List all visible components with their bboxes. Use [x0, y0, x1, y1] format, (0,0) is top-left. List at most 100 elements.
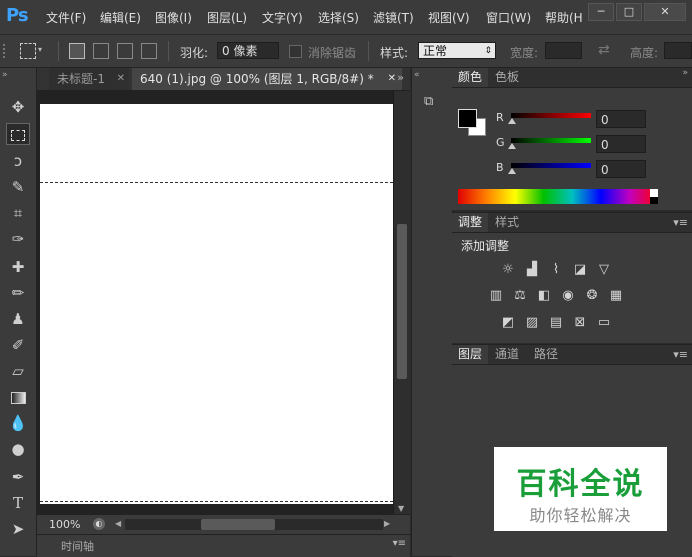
- tab-paths[interactable]: 路径: [528, 345, 564, 364]
- menu-filter[interactable]: 滤镜(T): [373, 9, 414, 26]
- move-tool-icon[interactable]: ✥: [6, 96, 30, 118]
- marquee-preset-icon[interactable]: [20, 43, 36, 59]
- scroll-left-icon[interactable]: ◀: [115, 519, 121, 528]
- preset-chevron-icon[interactable]: ▾: [38, 45, 42, 54]
- green-slider-handle[interactable]: [508, 143, 516, 149]
- channel-mixer-icon[interactable]: ❂: [584, 289, 600, 303]
- tab-swatches[interactable]: 色板: [489, 68, 525, 87]
- spectrum-black-chip[interactable]: [650, 197, 658, 204]
- eyedropper-tool-icon[interactable]: ✑: [6, 228, 30, 250]
- zoom-level[interactable]: 100%: [49, 518, 80, 531]
- history-brush-tool-icon[interactable]: ✐: [6, 334, 30, 356]
- menu-help[interactable]: 帮助(H: [545, 9, 583, 26]
- document-info-icon[interactable]: ◐: [93, 518, 105, 530]
- red-slider[interactable]: [511, 113, 591, 118]
- foreground-color-swatch[interactable]: [458, 109, 477, 128]
- photo-filter-icon[interactable]: ◉: [560, 289, 576, 303]
- minimize-button[interactable]: ─: [588, 3, 614, 21]
- horizontal-scrollbar[interactable]: [125, 519, 383, 530]
- threshold-icon[interactable]: ▤: [548, 316, 564, 330]
- tab-channels[interactable]: 通道: [489, 345, 525, 364]
- green-slider[interactable]: [511, 138, 591, 143]
- vertical-scroll-thumb[interactable]: [397, 224, 407, 379]
- gradient-tool-icon[interactable]: [6, 386, 30, 408]
- menu-edit[interactable]: 编辑(E): [100, 9, 141, 26]
- maximize-button[interactable]: □: [616, 3, 642, 21]
- timeline-label[interactable]: 时间轴: [61, 538, 94, 554]
- collapse-icon[interactable]: »: [2, 70, 8, 80]
- tab-styles[interactable]: 样式: [489, 213, 525, 232]
- menu-view[interactable]: 视图(V): [428, 9, 470, 26]
- blue-slider[interactable]: [511, 163, 591, 168]
- document-canvas[interactable]: [40, 104, 393, 504]
- subtract-selection-icon[interactable]: [117, 43, 133, 59]
- color-spectrum-bar[interactable]: [458, 189, 658, 204]
- panel-menu-icon[interactable]: ▾≡: [673, 216, 688, 229]
- color-balance-icon[interactable]: ⚖: [512, 289, 528, 303]
- color-lookup-icon[interactable]: ▦: [608, 289, 624, 303]
- crop-tool-icon[interactable]: ⌗: [6, 202, 30, 224]
- tab-color[interactable]: 颜色: [452, 68, 489, 87]
- black-white-icon[interactable]: ◧: [536, 289, 552, 303]
- blue-value[interactable]: 0: [596, 160, 646, 178]
- add-selection-icon[interactable]: [93, 43, 109, 59]
- healing-brush-tool-icon[interactable]: ✚: [6, 256, 30, 278]
- swap-icon[interactable]: ⇄: [598, 42, 610, 58]
- new-selection-icon[interactable]: [69, 43, 85, 59]
- lasso-tool-icon[interactable]: ↄ: [6, 150, 30, 172]
- menu-select[interactable]: 选择(S): [318, 9, 359, 26]
- gradient-map-icon[interactable]: ▭: [596, 316, 612, 330]
- panel-menu-icon[interactable]: ▾≡: [673, 348, 688, 361]
- levels-icon[interactable]: ▟: [524, 263, 540, 277]
- menu-window[interactable]: 窗口(W): [486, 9, 531, 26]
- panel-menu-icon[interactable]: ▾≡: [393, 538, 406, 549]
- scroll-right-icon[interactable]: ▶: [384, 519, 390, 528]
- tab-untitled[interactable]: 未标题-1 ✕: [49, 68, 129, 90]
- intersect-selection-icon[interactable]: [141, 43, 157, 59]
- menu-image[interactable]: 图像(I): [155, 9, 192, 26]
- style-select[interactable]: 正常 ⇕: [418, 42, 496, 59]
- scroll-down-icon[interactable]: ▼: [398, 504, 404, 513]
- selective-color-icon[interactable]: ⊠: [572, 316, 588, 330]
- feather-input[interactable]: 0 像素: [217, 42, 279, 59]
- red-value[interactable]: 0: [596, 110, 646, 128]
- menu-file[interactable]: 文件(F): [46, 9, 86, 26]
- menu-layer[interactable]: 图层(L): [207, 9, 247, 26]
- tab-adjustments[interactable]: 调整: [452, 213, 489, 232]
- collapse-icon[interactable]: »: [682, 68, 688, 78]
- collapse-icon[interactable]: «: [414, 70, 420, 80]
- tab-layers[interactable]: 图层: [452, 345, 489, 364]
- blue-slider-handle[interactable]: [508, 168, 516, 174]
- spectrum-white-chip[interactable]: [650, 189, 658, 197]
- invert-icon[interactable]: ◩: [500, 316, 516, 330]
- horizontal-scroll-thumb[interactable]: [201, 519, 275, 530]
- antialias-checkbox[interactable]: [289, 45, 302, 58]
- tab-active-document[interactable]: 640 (1).jpg @ 100% (图层 1, RGB/8#) * ✕: [132, 68, 402, 90]
- tab-overflow-icon[interactable]: »: [397, 71, 404, 84]
- path-selection-tool-icon[interactable]: ➤: [6, 518, 30, 540]
- hue-saturation-icon[interactable]: ▥: [488, 289, 504, 303]
- green-value[interactable]: 0: [596, 135, 646, 153]
- vertical-scrollbar[interactable]: ▼: [393, 91, 411, 514]
- dodge-tool-icon[interactable]: ●: [6, 438, 30, 460]
- exposure-icon[interactable]: ◪: [572, 263, 588, 277]
- pen-tool-icon[interactable]: ✒: [6, 466, 30, 488]
- posterize-icon[interactable]: ▨: [524, 316, 540, 330]
- eraser-tool-icon[interactable]: ▱: [6, 360, 30, 382]
- clone-stamp-tool-icon[interactable]: ♟: [6, 308, 30, 330]
- rect-marquee-tool-icon[interactable]: [6, 123, 30, 145]
- close-icon[interactable]: ✕: [117, 68, 125, 90]
- close-window-button[interactable]: ✕: [644, 3, 686, 21]
- history-panel-icon[interactable]: ⧉: [424, 94, 433, 109]
- vibrance-icon[interactable]: ▽: [596, 263, 612, 277]
- type-tool-icon[interactable]: T: [6, 492, 30, 514]
- width-input[interactable]: [545, 42, 582, 59]
- height-input[interactable]: [664, 42, 692, 59]
- close-icon[interactable]: ✕: [388, 68, 396, 90]
- blur-tool-icon[interactable]: 💧: [6, 412, 30, 434]
- menu-type[interactable]: 文字(Y): [262, 9, 303, 26]
- quick-selection-tool-icon[interactable]: ✎: [6, 176, 30, 198]
- brightness-contrast-icon[interactable]: ☼: [500, 263, 516, 277]
- brush-tool-icon[interactable]: ✏: [6, 282, 30, 304]
- curves-icon[interactable]: ⌇: [548, 263, 564, 277]
